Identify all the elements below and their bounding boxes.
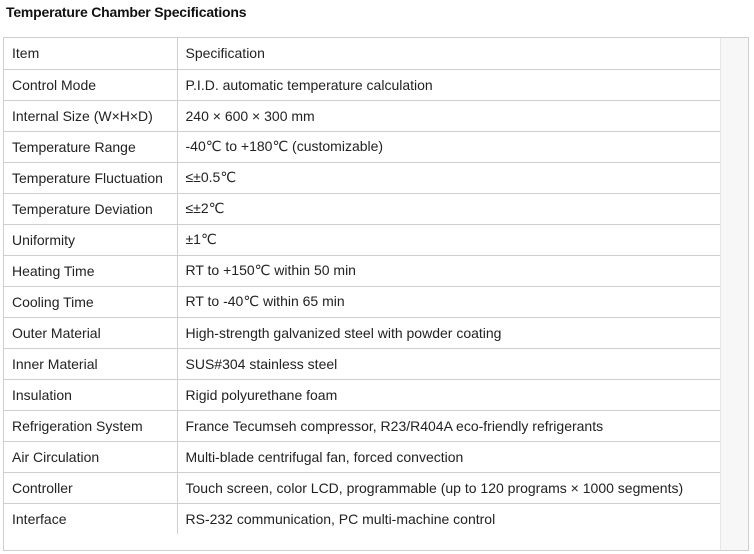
specification-cell: Rigid polyurethane foam [177, 379, 721, 411]
specification-cell: SUS#304 stainless steel [177, 348, 721, 380]
item-cell: Inner Material [4, 348, 178, 380]
item-cell: Refrigeration System [4, 410, 178, 442]
specification-cell: -40℃ to +180℃ (customizable) [177, 131, 721, 163]
table-row: Temperature Deviation ≤±2℃ [4, 193, 721, 225]
item-cell: Interface [4, 503, 178, 534]
table-row: Controller Touch screen, color LCD, progr… [4, 472, 721, 504]
specification-cell: 240 × 600 × 300 mm [177, 100, 721, 132]
specification-cell: Multi-blade centrifugal fan, forced conv… [177, 441, 721, 473]
page-title: Temperature Chamber Specifications [6, 4, 247, 20]
specification-cell: P.I.D. automatic temperature calculation [177, 69, 721, 101]
table-row: Inner Material SUS#304 stainless steel [4, 348, 721, 380]
specification-cell: RT to -40℃ within 65 min [177, 286, 721, 318]
specification-cell: Touch screen, color LCD, programmable (u… [177, 472, 721, 504]
table-row: Insulation Rigid polyurethane foam [4, 379, 721, 411]
table-row: Interface RS-232 communication, PC multi-… [4, 503, 721, 534]
table-row: Heating Time RT to +150℃ within 50 min [4, 255, 721, 287]
table-row: Internal Size (W×H×D) 240 × 600 × 300 mm [4, 100, 721, 132]
specification-cell: RS-232 communication, PC multi-machine c… [177, 503, 721, 534]
specification-cell: ≤±0.5℃ [177, 162, 721, 194]
spec-table: Item Specification Control Mode P.I.D. au… [4, 38, 721, 534]
item-cell: Outer Material [4, 317, 178, 349]
table-row: Control Mode P.I.D. automatic temperature… [4, 69, 721, 101]
table-scroll-gutter [720, 38, 748, 550]
column-header-specification: Specification [177, 38, 721, 70]
item-cell: Temperature Fluctuation [4, 162, 178, 194]
table-row: Temperature Fluctuation ≤±0.5℃ [4, 162, 721, 194]
item-cell: Heating Time [4, 255, 178, 287]
item-cell: Control Mode [4, 69, 178, 101]
item-cell: Uniformity [4, 224, 178, 256]
spec-table-container[interactable]: Item Specification Control Mode P.I.D. au… [3, 37, 749, 551]
table-row: Air Circulation Multi-blade centrifugal f… [4, 441, 721, 473]
item-cell: Controller [4, 472, 178, 504]
table-row: Outer Material High-strength galvanized s… [4, 317, 721, 349]
item-cell: Internal Size (W×H×D) [4, 100, 178, 132]
table-row: Uniformity ±1℃ [4, 224, 721, 256]
specification-cell: RT to +150℃ within 50 min [177, 255, 721, 287]
item-cell: Cooling Time [4, 286, 178, 318]
table-row: Refrigeration System France Tecumseh comp… [4, 410, 721, 442]
table-row: Cooling Time RT to -40℃ within 65 min [4, 286, 721, 318]
specification-cell: ≤±2℃ [177, 193, 721, 225]
table-row: Temperature Range -40℃ to +180℃ (customiz… [4, 131, 721, 163]
item-cell: Temperature Deviation [4, 193, 178, 225]
item-cell: Air Circulation [4, 441, 178, 473]
specification-cell: France Tecumseh compressor, R23/R404A ec… [177, 410, 721, 442]
specification-cell: High-strength galvanized steel with powd… [177, 317, 721, 349]
item-cell: Insulation [4, 379, 178, 411]
table-header-row: Item Specification [4, 38, 721, 70]
specification-cell: ±1℃ [177, 224, 721, 256]
column-header-item: Item [4, 38, 178, 70]
item-cell: Temperature Range [4, 131, 178, 163]
